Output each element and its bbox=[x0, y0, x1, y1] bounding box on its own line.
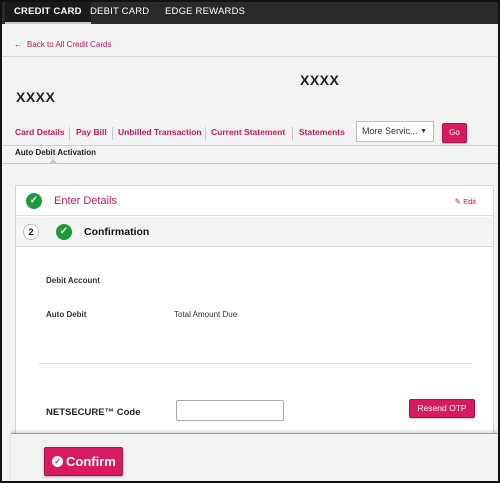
step-number-badge: 2 bbox=[23, 224, 39, 240]
check-circle-icon: ✓ bbox=[52, 456, 63, 467]
link-separator bbox=[112, 127, 113, 140]
step-enter-details: ✓ Enter Details ✎ Edit bbox=[16, 186, 493, 216]
more-services-value: More Servic... bbox=[362, 126, 418, 136]
more-services-dropdown[interactable]: More Servic... ▼ bbox=[356, 121, 434, 142]
edit-label: Edit bbox=[463, 197, 476, 206]
link-statements[interactable]: Statements bbox=[299, 127, 345, 137]
link-pay-bill[interactable]: Pay Bill bbox=[76, 127, 107, 137]
tab-edge-rewards[interactable]: EDGE REWARDS bbox=[156, 2, 254, 24]
back-link-label: Back to All Credit Cards bbox=[27, 40, 112, 49]
link-separator bbox=[205, 127, 206, 140]
confirm-label: Confirm bbox=[66, 454, 116, 469]
chevron-down-icon: ▼ bbox=[420, 128, 427, 135]
pencil-icon: ✎ bbox=[454, 197, 461, 206]
auto-debit-value: Total Amount Due bbox=[174, 310, 238, 319]
go-button[interactable]: Go bbox=[442, 123, 467, 143]
step-title: Enter Details bbox=[54, 195, 117, 207]
link-separator bbox=[292, 127, 293, 140]
back-to-cards-link[interactable]: ← Back to All Credit Cards bbox=[14, 40, 111, 49]
netsecure-code-input[interactable] bbox=[176, 400, 284, 421]
page-frame: CREDIT CARD DEBIT CARD EDGE REWARDS ← Bac… bbox=[2, 2, 498, 481]
link-unbilled-transaction[interactable]: Unbilled Transaction bbox=[118, 127, 202, 137]
check-icon: ✓ bbox=[56, 224, 72, 240]
sticky-footer: ✓ Confirm bbox=[11, 433, 498, 481]
tab-credit-card[interactable]: CREDIT CARD bbox=[5, 2, 91, 24]
debit-account-label: Debit Account bbox=[46, 276, 100, 285]
card-number: XXXX bbox=[16, 89, 56, 105]
divider bbox=[2, 56, 498, 57]
link-separator bbox=[69, 127, 70, 140]
card-name: XXXX bbox=[300, 72, 340, 88]
step-confirmation: 2 ✓ Confirmation bbox=[16, 217, 493, 247]
divider bbox=[2, 163, 498, 164]
tab-auto-debit-activation[interactable]: Auto Debit Activation bbox=[15, 148, 96, 157]
left-arrow-icon: ← bbox=[14, 40, 22, 49]
resend-otp-button[interactable]: Resend OTP bbox=[409, 399, 475, 418]
step-title: Confirmation bbox=[84, 226, 150, 238]
edit-link[interactable]: ✎ Edit bbox=[455, 197, 476, 206]
link-current-statement[interactable]: Current Statement bbox=[211, 127, 285, 137]
top-navigation: CREDIT CARD DEBIT CARD EDGE REWARDS bbox=[2, 2, 498, 24]
divider bbox=[2, 145, 498, 146]
confirm-button[interactable]: ✓ Confirm bbox=[44, 447, 123, 476]
netsecure-code-label: NETSECURE™ Code bbox=[46, 407, 141, 418]
check-icon: ✓ bbox=[26, 193, 42, 209]
auto-debit-label: Auto Debit bbox=[46, 310, 87, 319]
tab-debit-card[interactable]: DEBIT CARD bbox=[81, 2, 158, 24]
divider bbox=[38, 363, 472, 364]
link-card-details[interactable]: Card Details bbox=[15, 127, 65, 137]
